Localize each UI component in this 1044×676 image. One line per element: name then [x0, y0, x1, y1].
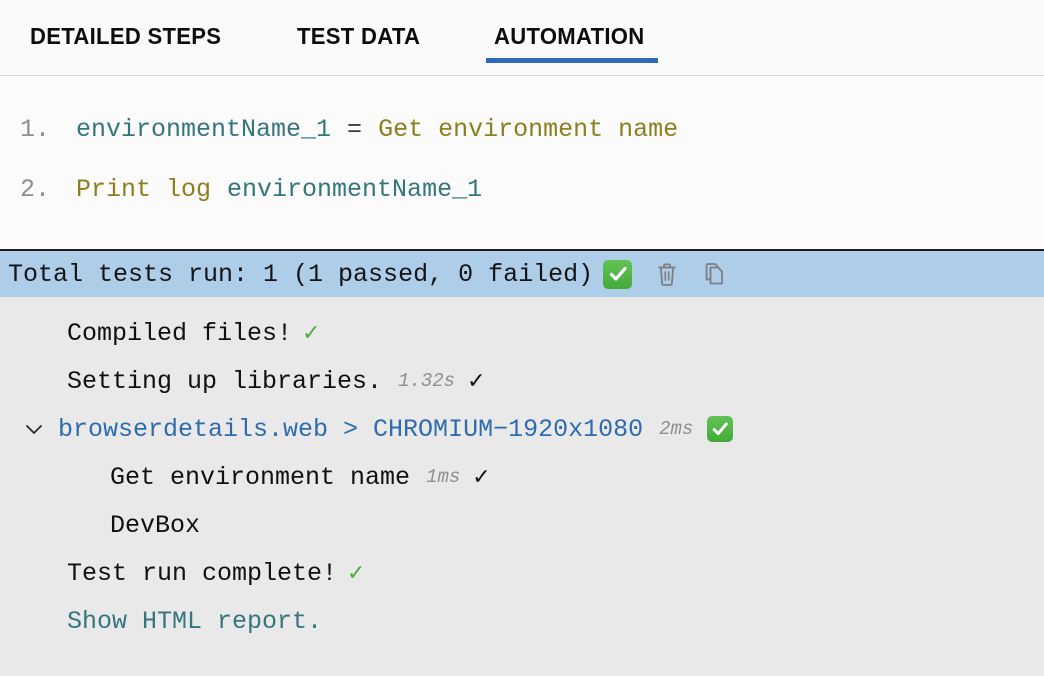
- black-tick-icon: ✓: [472, 465, 490, 490]
- automation-steps-editor[interactable]: 1. environmentName_1 = Get environment n…: [0, 76, 1044, 249]
- line-number: 2.: [0, 160, 76, 220]
- chevron-down-icon[interactable]: [24, 422, 58, 436]
- tab-automation[interactable]: AUTOMATION: [494, 0, 651, 76]
- test-run-status-bar: Total tests run: 1 (1 passed, 0 failed): [0, 249, 1044, 297]
- tab-test-data[interactable]: TEST DATA: [297, 0, 425, 76]
- code-line[interactable]: 1. environmentName_1 = Get environment n…: [0, 100, 1044, 160]
- console-row-step: Get environment name 1ms ✓: [0, 453, 1044, 501]
- line-number: 1.: [0, 100, 76, 160]
- console-row: Test run complete! ✓: [0, 549, 1044, 597]
- console-row-output: DevBox: [0, 501, 1044, 549]
- active-tab-indicator: [486, 58, 659, 63]
- green-tick-icon: ✓: [302, 321, 320, 346]
- console-row-test-group[interactable]: browserdetails.web > CHROMIUM−1920x1080 …: [0, 405, 1044, 453]
- show-html-report-link[interactable]: Show HTML report.: [67, 607, 322, 636]
- copy-icon[interactable]: [702, 260, 728, 288]
- console-row-text: DevBox: [110, 511, 200, 540]
- test-case-link[interactable]: browserdetails.web > CHROMIUM−1920x1080: [58, 415, 643, 444]
- console-output[interactable]: Compiled files! ✓ Setting up libraries. …: [0, 297, 1044, 676]
- test-run-summary: Total tests run: 1 (1 passed, 0 failed): [8, 260, 593, 289]
- console-row-text: Setting up libraries.: [67, 367, 382, 396]
- console-row-text: Get environment name: [110, 463, 410, 492]
- console-row-text: Test run complete!: [67, 559, 337, 588]
- green-tick-icon: ✓: [347, 561, 365, 586]
- code-token-operator: =: [347, 100, 362, 160]
- green-check-badge-icon: [707, 416, 733, 442]
- black-tick-icon: ✓: [467, 369, 485, 394]
- console-row-duration: 1.32s: [398, 370, 455, 392]
- console-row-text: Compiled files!: [67, 319, 292, 348]
- code-token-keyword[interactable]: Get environment name: [378, 100, 678, 160]
- trash-icon[interactable]: [654, 260, 680, 288]
- tab-test-data-label: TEST DATA: [297, 23, 420, 54]
- code-token-keyword[interactable]: Print log: [76, 160, 211, 220]
- tab-detailed-steps-label: DETAILED STEPS: [30, 23, 221, 54]
- console-row-duration: 2ms: [659, 418, 693, 440]
- code-token-variable[interactable]: environmentName_1: [76, 100, 331, 160]
- green-check-badge-icon: [603, 260, 632, 289]
- code-token-variable[interactable]: environmentName_1: [227, 160, 482, 220]
- console-row-report-link[interactable]: Show HTML report.: [0, 597, 1044, 645]
- tab-automation-label: AUTOMATION: [494, 23, 644, 54]
- console-row-duration: 1ms: [426, 466, 460, 488]
- console-row: Setting up libraries. 1.32s ✓: [0, 357, 1044, 405]
- code-line[interactable]: 2. Print log environmentName_1: [0, 160, 1044, 220]
- tab-bar: DETAILED STEPS TEST DATA AUTOMATION: [0, 0, 1044, 76]
- console-row: Compiled files! ✓: [0, 309, 1044, 357]
- tab-detailed-steps[interactable]: DETAILED STEPS: [30, 0, 229, 76]
